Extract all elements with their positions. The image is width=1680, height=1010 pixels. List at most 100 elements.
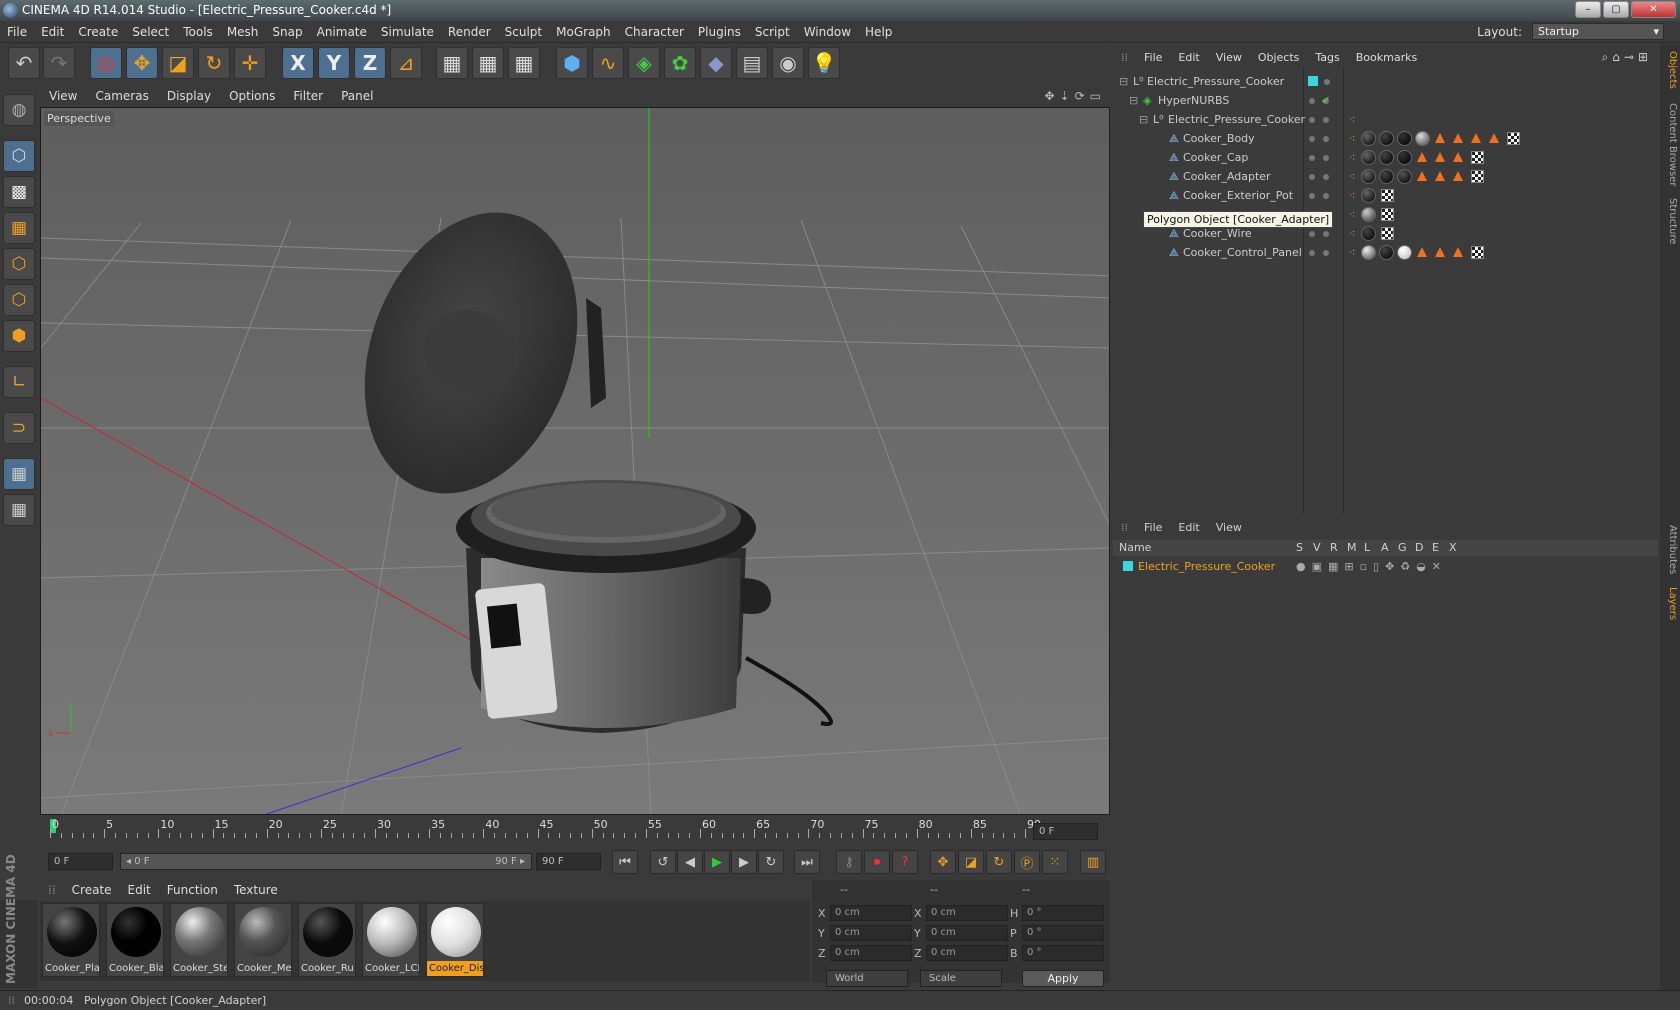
column-generators[interactable]: G: [1398, 540, 1407, 556]
end-frame-field[interactable]: 90 F: [536, 853, 601, 870]
maximize-button[interactable]: ▢: [1603, 1, 1629, 18]
material-swatch[interactable]: Cooker_LCI: [362, 903, 420, 977]
timeline-window-button[interactable]: ▥: [1080, 850, 1106, 874]
camera-button[interactable]: ◉: [772, 47, 804, 79]
selection-tag-icon[interactable]: [1435, 171, 1445, 181]
column-xref[interactable]: X: [1449, 540, 1457, 556]
column-locked[interactable]: L: [1364, 540, 1370, 556]
phong-tag-icon[interactable]: ⁖: [1349, 148, 1355, 167]
current-frame-field[interactable]: 0 F: [1033, 823, 1098, 840]
locked-workplane-button[interactable]: ▦: [3, 494, 35, 526]
material-swatch-selected[interactable]: Cooker_Dis: [426, 903, 484, 977]
edges-mode-button[interactable]: ⬡: [3, 284, 35, 316]
go-to-end-button[interactable]: ⏭: [794, 850, 820, 874]
menu-render[interactable]: Render: [441, 21, 498, 43]
column-manager[interactable]: M: [1347, 540, 1357, 556]
render-picture-viewer-button[interactable]: ▦: [472, 47, 504, 79]
snap-button[interactable]: ⊃: [3, 412, 35, 444]
column-render[interactable]: R: [1330, 540, 1338, 556]
menu-file[interactable]: File: [0, 21, 34, 43]
viewport-menu-options[interactable]: Options: [220, 86, 284, 106]
viewport-menu-display[interactable]: Display: [158, 86, 220, 106]
cube-button[interactable]: ⬢: [556, 47, 588, 79]
tag-icon[interactable]: ⁖: [1349, 110, 1355, 129]
size-mode-select[interactable]: Scale: [920, 970, 1002, 987]
render-view-button[interactable]: ▦: [436, 47, 468, 79]
selection-tag-icon[interactable]: [1417, 171, 1427, 181]
material-menu-edit[interactable]: Edit: [120, 880, 159, 900]
position-z-field[interactable]: 0 cm: [830, 945, 912, 961]
deformer-button[interactable]: ◆: [700, 47, 732, 79]
material-tag-icon[interactable]: [1397, 169, 1412, 184]
rotation-p-field[interactable]: 0 °: [1022, 925, 1104, 941]
menu-create[interactable]: Create: [71, 21, 125, 43]
om-menu-bookmarks[interactable]: Bookmarks: [1348, 48, 1425, 68]
previous-frame-button[interactable]: ◀: [677, 850, 703, 874]
material-tag-icon[interactable]: [1415, 131, 1430, 146]
render-settings-button[interactable]: ▦: [508, 47, 540, 79]
material-menu-texture[interactable]: Texture: [226, 880, 286, 900]
layout-select[interactable]: Startup ▾: [1532, 23, 1664, 40]
menu-simulate[interactable]: Simulate: [374, 21, 441, 43]
point-level-key-button[interactable]: ⁙: [1042, 850, 1068, 874]
selection-tag-icon[interactable]: [1435, 152, 1445, 162]
perspective-viewport[interactable]: x y Perspective: [40, 107, 1110, 815]
material-tag-icon[interactable]: [1379, 150, 1394, 165]
phong-tag-icon[interactable]: ⁖: [1349, 129, 1355, 148]
parameter-key-button[interactable]: Ⓟ: [1014, 850, 1040, 874]
object-row[interactable]: ⟁ Cooker_Body ⁖: [1113, 129, 1658, 148]
layer-toggle-icons[interactable]: ●▣▦⊞▫▯✥♻◒✕: [1296, 558, 1447, 575]
tab-content-browser[interactable]: Content Browser: [1662, 100, 1678, 190]
menu-tools[interactable]: Tools: [176, 21, 220, 43]
object-row[interactable]: ⟁ Cooker_Cap ⁖: [1113, 148, 1658, 167]
material-tag-icon[interactable]: [1361, 245, 1376, 260]
object-row[interactable]: ⊟ ◈ HyperNURBS ✔: [1113, 91, 1658, 110]
om-menu-edit[interactable]: Edit: [1170, 48, 1207, 68]
go-to-start-button[interactable]: ⏮: [612, 850, 638, 874]
rotation-b-field[interactable]: 0 °: [1022, 945, 1104, 961]
visibility-dots[interactable]: [1309, 110, 1349, 129]
menu-mograph[interactable]: MoGraph: [549, 21, 618, 43]
x-axis-button[interactable]: X: [282, 47, 314, 79]
material-tag-icon[interactable]: [1361, 131, 1376, 146]
menu-window[interactable]: Window: [797, 21, 858, 43]
size-z-field[interactable]: 0 cm: [926, 945, 1008, 961]
visibility-dots[interactable]: [1309, 129, 1349, 148]
coordinate-mode-select[interactable]: World: [826, 970, 908, 987]
phong-tag-icon[interactable]: ⁖: [1349, 243, 1355, 262]
mograph-button[interactable]: ✿: [664, 47, 696, 79]
undo-button[interactable]: ↶: [8, 47, 40, 79]
scale-button[interactable]: ◪: [162, 47, 194, 79]
material-tag-icon[interactable]: [1397, 131, 1412, 146]
frame-range-slider[interactable]: ◂ 0 F 90 F ▸: [120, 853, 532, 870]
y-axis-button[interactable]: Y: [318, 47, 350, 79]
om-menu-file[interactable]: File: [1136, 48, 1170, 68]
column-expressions[interactable]: E: [1432, 540, 1439, 556]
material-tag-icon[interactable]: [1397, 245, 1412, 260]
record-keys-button[interactable]: ⚷: [836, 850, 862, 874]
visibility-dots[interactable]: [1309, 167, 1349, 186]
menu-mesh[interactable]: Mesh: [220, 21, 266, 43]
material-tag-icon[interactable]: [1361, 226, 1376, 241]
om-menu-objects[interactable]: Objects: [1250, 48, 1308, 68]
selection-tag-icon[interactable]: [1453, 133, 1463, 143]
material-tag-icon[interactable]: [1361, 188, 1376, 203]
visibility-dots[interactable]: [1324, 72, 1338, 91]
column-animation[interactable]: A: [1381, 540, 1389, 556]
polygons-mode-button[interactable]: ⬢: [3, 320, 35, 352]
viewport-menu-filter[interactable]: Filter: [284, 86, 332, 106]
start-frame-field[interactable]: 0 F: [48, 853, 113, 870]
visibility-dots[interactable]: [1309, 148, 1349, 167]
material-swatch[interactable]: Cooker_Ste: [170, 903, 228, 977]
model-mode-button[interactable]: ⬡: [3, 140, 35, 172]
phong-tag-icon[interactable]: ⁖: [1349, 167, 1355, 186]
object-row[interactable]: ⟁ Cooker_Adapter ⁖: [1113, 167, 1658, 186]
rotation-h-field[interactable]: 0 °: [1022, 905, 1104, 921]
selection-tag-icon[interactable]: [1453, 247, 1463, 257]
menu-edit[interactable]: Edit: [34, 21, 71, 43]
spline-button[interactable]: ∿: [592, 47, 624, 79]
workplane-lock-button[interactable]: ▦: [3, 458, 35, 490]
checkmark-icon[interactable]: ✔: [1321, 91, 1330, 110]
axis-mode-button[interactable]: ∟: [3, 366, 35, 398]
z-axis-button[interactable]: Z: [354, 47, 386, 79]
